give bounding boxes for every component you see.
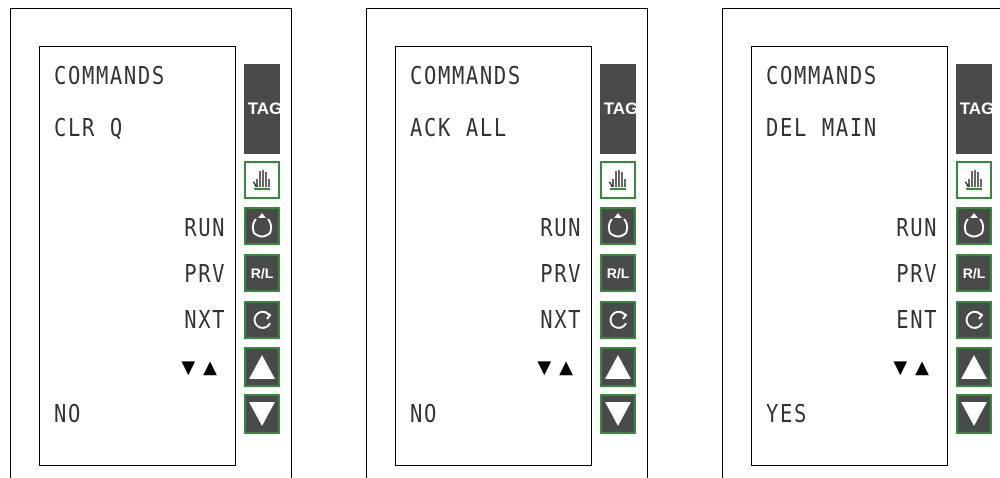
scroll-arrows: ▼▲: [181, 357, 225, 378]
rl-label: R/L: [250, 265, 274, 281]
hand-icon: [964, 170, 982, 190]
screen-title: COMMANDS: [766, 61, 878, 90]
up-arrow-icon: [605, 355, 631, 379]
run-button[interactable]: [956, 207, 992, 245]
softkey-label-nxt: NXT: [540, 305, 582, 334]
softkey-label-nxt: NXT: [184, 305, 226, 334]
run-button[interactable]: [600, 207, 636, 245]
up-arrow-icon: [249, 355, 275, 379]
softkey-label-run: RUN: [184, 213, 226, 242]
run-icon: [251, 213, 273, 238]
tag-label: TAG: [247, 99, 280, 118]
bottom-value: NO: [54, 399, 82, 428]
softkey-label-prv: PRV: [540, 259, 582, 288]
scroll-arrows: ▼▲: [893, 357, 937, 378]
remote-local-button[interactable]: R/L: [600, 254, 636, 292]
manual-button[interactable]: [600, 161, 636, 199]
softkey-label-ent: ENT: [896, 305, 938, 334]
rl-label: R/L: [606, 265, 630, 281]
down-button[interactable]: [244, 394, 280, 434]
remote-local-button[interactable]: R/L: [956, 254, 992, 292]
tag-label: TAG: [603, 99, 636, 118]
tag-button[interactable]: TAG: [244, 64, 280, 154]
cycle-icon: [965, 310, 984, 329]
lcd-screen: COMMANDS CLR Q RUN PRV NXT ▼▲ NO: [39, 46, 236, 466]
softkey-label-run: RUN: [896, 213, 938, 242]
cycle-button[interactable]: [956, 301, 992, 339]
bottom-value: NO: [410, 399, 438, 428]
command-name: CLR Q: [54, 113, 124, 142]
up-arrow-icon: [961, 355, 987, 379]
cycle-icon: [609, 310, 628, 329]
manual-button[interactable]: [956, 161, 992, 199]
controller-panel-2: COMMANDS ACK ALL RUN PRV NXT ▼▲ NO TAG R…: [366, 8, 648, 478]
softkey-label-prv: PRV: [184, 259, 226, 288]
command-name: DEL MAIN: [766, 113, 878, 142]
run-button[interactable]: [244, 207, 280, 245]
controller-panel-3: COMMANDS DEL MAIN RUN PRV ENT ▼▲ YES TAG…: [722, 8, 1000, 478]
softkey-label-prv: PRV: [896, 259, 938, 288]
run-icon: [607, 213, 629, 238]
up-button[interactable]: [244, 347, 280, 387]
hand-icon: [252, 170, 270, 190]
manual-button[interactable]: [244, 161, 280, 199]
lcd-screen: COMMANDS ACK ALL RUN PRV NXT ▼▲ NO: [395, 46, 592, 466]
hand-icon: [608, 170, 626, 190]
tag-button[interactable]: TAG: [600, 64, 636, 154]
tag-label: TAG: [959, 99, 992, 118]
bottom-value: YES: [766, 399, 808, 428]
down-button[interactable]: [600, 394, 636, 434]
rl-label: R/L: [962, 265, 986, 281]
tag-button[interactable]: TAG: [956, 64, 992, 154]
cycle-button[interactable]: [600, 301, 636, 339]
run-icon: [963, 213, 985, 238]
cycle-icon: [253, 310, 272, 329]
down-arrow-icon: [249, 402, 275, 426]
command-name: ACK ALL: [410, 113, 508, 142]
down-arrow-icon: [605, 402, 631, 426]
down-arrow-icon: [961, 402, 987, 426]
controller-panel-1: COMMANDS CLR Q RUN PRV NXT ▼▲ NO TAG R/L: [10, 8, 292, 478]
lcd-screen: COMMANDS DEL MAIN RUN PRV ENT ▼▲ YES: [751, 46, 948, 466]
cycle-button[interactable]: [244, 301, 280, 339]
up-button[interactable]: [600, 347, 636, 387]
down-button[interactable]: [956, 394, 992, 434]
screen-title: COMMANDS: [54, 61, 166, 90]
screen-title: COMMANDS: [410, 61, 522, 90]
up-button[interactable]: [956, 347, 992, 387]
scroll-arrows: ▼▲: [537, 357, 581, 378]
softkey-label-run: RUN: [540, 213, 582, 242]
remote-local-button[interactable]: R/L: [244, 254, 280, 292]
